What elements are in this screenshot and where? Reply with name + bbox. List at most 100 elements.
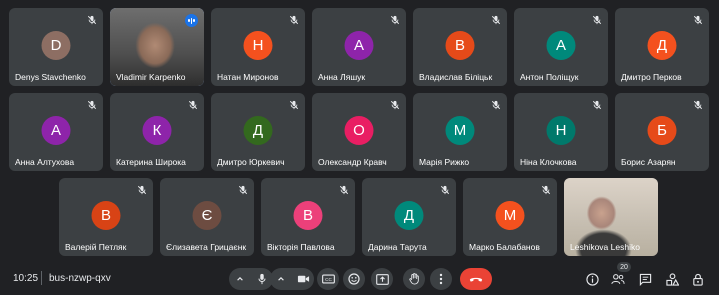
avatar: А: [344, 31, 374, 60]
participant-tile[interactable]: Б Борис Азарян: [615, 93, 709, 171]
participant-name: Натан Миронов: [217, 72, 279, 82]
mic-off-icon: [87, 100, 97, 110]
avatar: О: [344, 116, 374, 145]
avatar: Н: [243, 31, 273, 60]
raise-hand-icon: [408, 273, 419, 285]
participant-tile[interactable]: Д Дарина Тарута: [362, 178, 456, 256]
mic-off-icon: [289, 100, 299, 110]
bottom-control-bar: 10:25 bus-nzwp-qxv CC 20: [0, 262, 719, 295]
captions-icon: CC: [321, 274, 335, 284]
mic-off-icon: [592, 100, 602, 110]
emoji-icon: [348, 273, 360, 285]
mic-options-button[interactable]: [229, 268, 251, 290]
participant-tile[interactable]: Leshikova Leshiko: [564, 178, 658, 256]
host-controls-button[interactable]: [690, 271, 706, 287]
participant-tile[interactable]: D Denys Stavchenko: [9, 8, 103, 86]
participant-name: Марія Рижко: [419, 157, 470, 167]
participant-name: Антон Поліщук: [520, 72, 579, 82]
leave-call-button[interactable]: [460, 268, 492, 290]
avatar: Н: [546, 116, 576, 145]
avatar: М: [445, 116, 475, 145]
chevron-up-icon: [278, 277, 284, 281]
participant-name: Владислав Біліцьк: [419, 72, 493, 82]
participant-name: Валерій Петляк: [65, 242, 127, 252]
participant-name: Олександр Кравч: [318, 157, 387, 167]
participant-tile[interactable]: А Анна Ляшук: [312, 8, 406, 86]
participant-tile[interactable]: О Олександр Кравч: [312, 93, 406, 171]
avatar: М: [495, 201, 525, 230]
participant-name: Марко Балабанов: [469, 242, 540, 252]
activities-button[interactable]: [664, 271, 680, 287]
mic-off-icon: [592, 15, 602, 25]
meeting-info-button[interactable]: [584, 271, 600, 287]
participant-tile[interactable]: В Валерій Петляк: [59, 178, 153, 256]
mic-off-icon: [693, 100, 703, 110]
participant-name: Дарина Тарута: [368, 242, 427, 252]
avatar: В: [445, 31, 475, 60]
chat-button[interactable]: [637, 271, 653, 287]
chat-icon: [639, 273, 651, 286]
mic-off-icon: [491, 100, 501, 110]
more-options-button[interactable]: [430, 268, 452, 290]
captions-button[interactable]: CC: [317, 268, 339, 290]
participant-name: Denys Stavchenko: [15, 72, 86, 82]
people-button[interactable]: [610, 271, 626, 287]
participant-name: Vladimir Karpenko: [116, 72, 186, 82]
participant-tile[interactable]: А Анна Алтухова: [9, 93, 103, 171]
reactions-button[interactable]: [343, 268, 365, 290]
avatar: Є: [192, 201, 222, 230]
participant-tile[interactable]: М Марко Балабанов: [463, 178, 557, 256]
avatar: В: [91, 201, 121, 230]
participant-tile[interactable]: К Катерина Широка: [110, 93, 204, 171]
camera-options-button[interactable]: [270, 268, 292, 290]
mic-off-icon: [693, 15, 703, 25]
participant-name: Leshikova Leshiko: [570, 242, 640, 252]
participant-name: Анна Алтухова: [15, 157, 75, 167]
participant-name: Ніна Клочкова: [520, 157, 577, 167]
svg-text:CC: CC: [325, 277, 332, 282]
mic-off-icon: [541, 185, 551, 195]
mic-off-icon: [238, 185, 248, 195]
participant-name: Дмитро Юркевич: [217, 157, 285, 167]
avatar: К: [142, 116, 172, 145]
avatar: А: [546, 31, 576, 60]
participant-name: Анна Ляшук: [318, 72, 366, 82]
participant-tile[interactable]: Є Єлизавета Грицаєнк: [160, 178, 254, 256]
participant-name: Єлизавета Грицаєнк: [166, 242, 247, 252]
more-vert-icon: [439, 273, 443, 285]
meeting-code: bus-nzwp-qxv: [49, 273, 111, 284]
mic-off-icon: [440, 185, 450, 195]
avatar: Д: [243, 116, 273, 145]
host-controls-icon: [693, 273, 703, 286]
avatar: D: [41, 31, 71, 60]
avatar: Д: [394, 201, 424, 230]
present-icon: [375, 273, 389, 285]
participant-tile[interactable]: Vladimir Karpenko: [110, 8, 204, 86]
end-call-icon: [469, 277, 483, 282]
avatar: Д: [647, 31, 677, 60]
camera-control: [270, 268, 314, 290]
participant-tile[interactable]: Н Ніна Клочкова: [514, 93, 608, 171]
avatar: Б: [647, 116, 677, 145]
camera-button[interactable]: [292, 268, 314, 290]
participant-tile[interactable]: Д Дмитро Юркевич: [211, 93, 305, 171]
mic-off-icon: [339, 185, 349, 195]
divider: [41, 271, 42, 285]
avatar: А: [41, 116, 71, 145]
participant-tile[interactable]: В Владислав Біліцьк: [413, 8, 507, 86]
chevron-up-icon: [237, 277, 243, 281]
participant-tile[interactable]: М Марія Рижко: [413, 93, 507, 171]
present-button[interactable]: [371, 268, 393, 290]
raise-hand-button[interactable]: [403, 268, 425, 290]
people-icon: [611, 274, 625, 284]
info-icon: [585, 272, 599, 286]
mic-icon: [258, 273, 266, 285]
activities-icon: [665, 272, 679, 286]
participant-tile[interactable]: А Антон Поліщук: [514, 8, 608, 86]
participant-tile[interactable]: Н Натан Миронов: [211, 8, 305, 86]
participant-tile[interactable]: Д Дмитро Перков: [615, 8, 709, 86]
participant-name: Катерина Широка: [116, 157, 186, 167]
participant-tile[interactable]: В Вікторія Павлова: [261, 178, 355, 256]
mic-off-icon: [390, 15, 400, 25]
clock: 10:25: [13, 273, 39, 284]
